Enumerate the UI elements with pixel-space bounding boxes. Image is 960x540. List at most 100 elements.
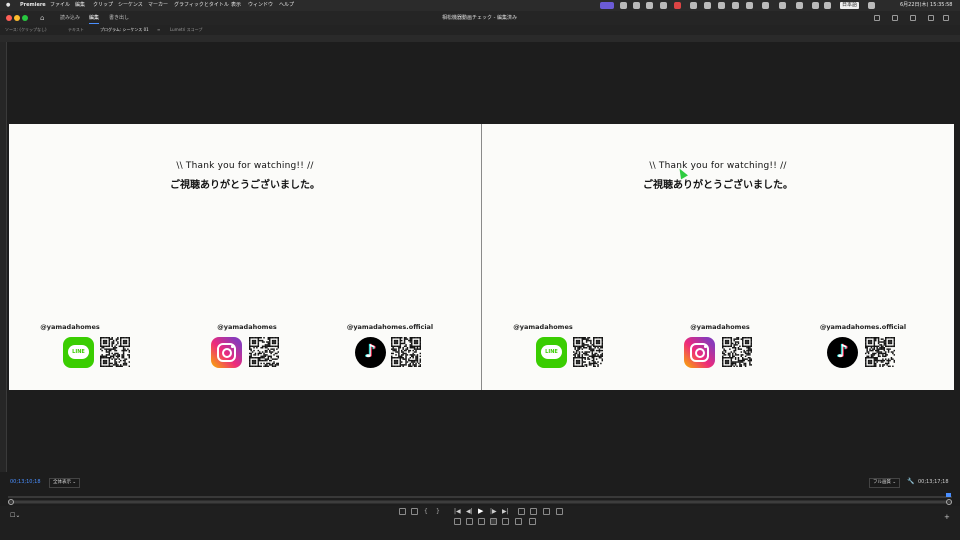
tray-icon[interactable]: [762, 2, 769, 9]
qr-module: [739, 345, 741, 348]
settings-icon[interactable]: ☐⌄: [10, 512, 20, 519]
workspace-edit[interactable]: 編集: [89, 11, 100, 25]
menu-app-name[interactable]: Premiere: [20, 0, 46, 11]
wifi-icon[interactable]: [796, 2, 803, 9]
scrub-track[interactable]: [8, 493, 952, 507]
tray-icon[interactable]: [746, 2, 753, 9]
tab-program[interactable]: プログラム: シーケンス 01: [100, 25, 149, 35]
swap-icon[interactable]: [529, 518, 536, 525]
shot-icon[interactable]: [515, 518, 522, 525]
tray-app-icon[interactable]: [600, 2, 614, 9]
qr-module: [127, 354, 129, 356]
tab-menu-icon[interactable]: ≡: [157, 25, 160, 35]
play-icon[interactable]: ▶: [478, 508, 485, 515]
qr-module: [885, 351, 887, 353]
add-marker-icon[interactable]: [399, 508, 406, 515]
lift-icon[interactable]: [518, 508, 525, 515]
expand-icon[interactable]: [943, 15, 949, 21]
vr-icon[interactable]: [478, 518, 485, 525]
instagram-handle: @yamadahomes: [690, 323, 750, 331]
tray-icon[interactable]: [633, 2, 640, 9]
qr-module: [261, 355, 264, 358]
program-monitor-frame[interactable]: \\ Thank you for watching!! // ご視聴ありがとうご…: [9, 124, 954, 390]
tray-icon[interactable]: [620, 2, 627, 9]
qr-module: [393, 342, 396, 345]
qr-module: [399, 357, 402, 359]
workspace-export[interactable]: 書き出し: [109, 11, 129, 25]
workspace-import[interactable]: 読み込み: [60, 11, 80, 25]
go-to-in-icon[interactable]: |◀: [454, 508, 461, 515]
qr-module: [249, 347, 251, 349]
go-to-out-icon[interactable]: ▶|: [502, 508, 509, 515]
qr-module: [104, 362, 106, 365]
qr-module: [747, 348, 750, 350]
qr-module: [889, 345, 891, 348]
share-icon[interactable]: [910, 15, 916, 21]
tab-lumetri-scopes[interactable]: Lumetri スコープ: [170, 25, 202, 35]
tab-text[interactable]: テキスト: [68, 25, 84, 35]
step-forward-icon[interactable]: |▶: [490, 508, 497, 515]
quick-export-icon[interactable]: [892, 15, 898, 21]
tray-icon[interactable]: [704, 2, 711, 9]
tray-icon[interactable]: [718, 2, 725, 9]
tray-icon[interactable]: [690, 2, 697, 9]
qr-module: [744, 355, 747, 358]
qr-module: [249, 355, 251, 358]
quality-dropdown[interactable]: フル画質 ⌄: [869, 478, 901, 488]
menu-graphics[interactable]: グラフィックとタイトル: [174, 0, 229, 11]
comparison-view-icon[interactable]: [556, 508, 563, 515]
current-timecode[interactable]: 00;13;10;18: [10, 476, 41, 488]
menu-file[interactable]: ファイル: [50, 0, 70, 11]
panel-tabs: ソース: (クリップなし) テキスト プログラム: シーケンス 01 ≡ Lum…: [0, 25, 960, 35]
menu-window[interactable]: ウィンドウ: [248, 0, 273, 11]
home-icon[interactable]: ⌂: [40, 11, 44, 25]
input-mode-badge[interactable]: 日本語: [840, 2, 860, 9]
workspaces-icon[interactable]: [874, 15, 880, 21]
apple-icon[interactable]: ●: [6, 0, 10, 11]
qr-module: [107, 365, 109, 367]
extract-icon[interactable]: [530, 508, 537, 515]
qr-module: [266, 365, 268, 367]
proxy-icon[interactable]: [454, 518, 461, 525]
scrub-bar[interactable]: [8, 492, 952, 506]
mark-in-icon[interactable]: [411, 508, 418, 515]
qr-module: [867, 345, 870, 348]
menu-clip[interactable]: クリップ: [93, 0, 113, 11]
qr-module: [867, 352, 870, 355]
add-button-icon[interactable]: +: [944, 513, 950, 521]
tray-icon[interactable]: [779, 2, 786, 9]
bluetooth-icon[interactable]: [812, 2, 819, 9]
multi-icon[interactable]: [466, 518, 473, 525]
window-close-button[interactable]: [6, 15, 12, 21]
qr-module: [124, 339, 126, 342]
battery-icon[interactable]: [824, 2, 831, 9]
export-frame-icon[interactable]: [543, 508, 550, 515]
clock[interactable]: 6月22日(木) 15:35:58: [900, 0, 953, 11]
side-by-side-icon[interactable]: [490, 518, 497, 525]
tray-icon[interactable]: [674, 2, 681, 9]
qr-module: [250, 352, 252, 355]
menu-marker[interactable]: マーカー: [148, 0, 168, 11]
qr-module: [879, 351, 881, 353]
window-minimize-button[interactable]: [14, 15, 20, 21]
control-center-icon[interactable]: [868, 2, 875, 9]
step-back-icon[interactable]: ◀|: [466, 508, 473, 515]
qr-module: [419, 365, 421, 367]
menu-edit[interactable]: 編集: [75, 0, 85, 11]
menu-sequence[interactable]: シーケンス: [118, 0, 143, 11]
mark-out2-icon[interactable]: }: [436, 508, 443, 515]
qr-module: [587, 358, 589, 360]
menu-view[interactable]: 表示: [231, 0, 241, 11]
window-zoom-button[interactable]: [22, 15, 28, 21]
tray-icon[interactable]: [660, 2, 667, 9]
wrench-icon[interactable]: 🔧: [907, 476, 914, 488]
tray-icon[interactable]: [646, 2, 653, 9]
mark-out-icon[interactable]: {: [424, 508, 431, 515]
fullscreen-icon[interactable]: [928, 15, 934, 21]
split-icon[interactable]: [502, 518, 509, 525]
menu-help[interactable]: ヘルプ: [279, 0, 294, 11]
tab-source[interactable]: ソース: (クリップなし): [5, 25, 47, 35]
fit-dropdown[interactable]: 全体表示 ⌄: [49, 478, 81, 488]
qr-module: [416, 345, 419, 348]
tray-icon[interactable]: [732, 2, 739, 9]
